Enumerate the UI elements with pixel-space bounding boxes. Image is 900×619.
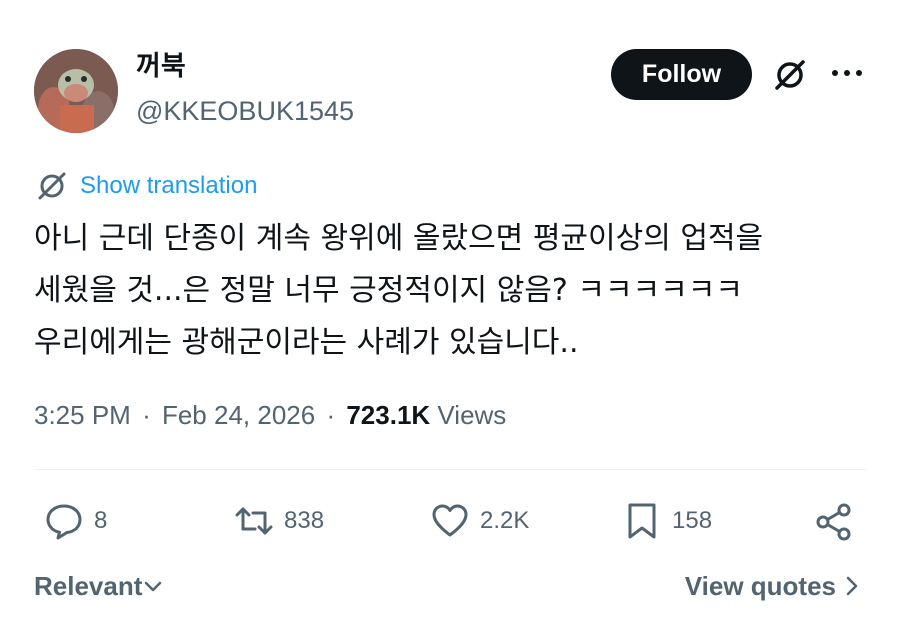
tweet-date[interactable]: Feb 24, 2026	[162, 400, 315, 430]
views-label: Views	[437, 400, 507, 430]
globe-translate-icon	[38, 172, 66, 200]
bookmark-icon	[628, 503, 656, 539]
repost-icon	[235, 507, 273, 535]
repost-count: 838	[284, 507, 325, 534]
author-handle[interactable]: @KKEOBUK1545	[136, 94, 354, 128]
heart-icon	[432, 504, 468, 537]
reply-icon	[46, 504, 82, 540]
sort-replies-dropdown[interactable]: Relevant	[34, 566, 164, 606]
tweet-line: 아니 근데 단종이 계속 왕위에 올랐으면 평균이상의 업적을	[34, 221, 764, 256]
tweet-time[interactable]: 3:25 PM	[34, 400, 131, 430]
show-translation-link[interactable]: Show translation	[36, 168, 257, 204]
views-count: 723.1K	[346, 400, 431, 430]
chevron-right-icon	[846, 576, 858, 596]
follow-button[interactable]: Follow	[611, 49, 752, 100]
tweet-text: 아니 근데 단종이 계속 왕위에 올랐으면 평균이상의 업적을 세웠을 것...…	[34, 213, 884, 369]
meta-separator: ·	[326, 400, 336, 430]
bookmark-count: 158	[672, 507, 713, 534]
like-count: 2.2K	[480, 507, 530, 534]
author-display-name[interactable]: 꺼북	[136, 49, 186, 85]
view-quotes-label: View quotes	[684, 570, 836, 601]
like-button[interactable]: 2.2K	[430, 497, 529, 545]
turtle-avatar-icon	[34, 49, 118, 133]
more-dots-icon[interactable]	[830, 66, 864, 80]
reply-count: 8	[94, 507, 108, 534]
show-translation-label: Show translation	[80, 172, 258, 199]
reply-button[interactable]: 8	[44, 497, 107, 545]
repost-button[interactable]: 838	[234, 497, 324, 545]
grok-icon[interactable]	[772, 57, 808, 93]
tweet-line: 세웠을 것...은 정말 너무 긍정적이지 않음? ㅋㅋㅋㅋㅋㅋ	[34, 273, 743, 308]
view-quotes-link[interactable]: View quotes	[685, 566, 860, 606]
bookmark-button[interactable]: 158	[622, 497, 712, 545]
tweet-line: 우리에게는 광해군이라는 사례가 있습니다..	[34, 325, 579, 360]
divider	[34, 469, 866, 470]
chevron-down-icon	[145, 581, 162, 592]
sort-label: Relevant	[34, 570, 143, 601]
tweet-meta: 3:25 PM · Feb 24, 2026 · 723.1K Views	[34, 395, 506, 435]
meta-separator: ·	[142, 400, 151, 430]
author-avatar[interactable]	[34, 49, 118, 133]
share-icon[interactable]	[814, 502, 854, 542]
